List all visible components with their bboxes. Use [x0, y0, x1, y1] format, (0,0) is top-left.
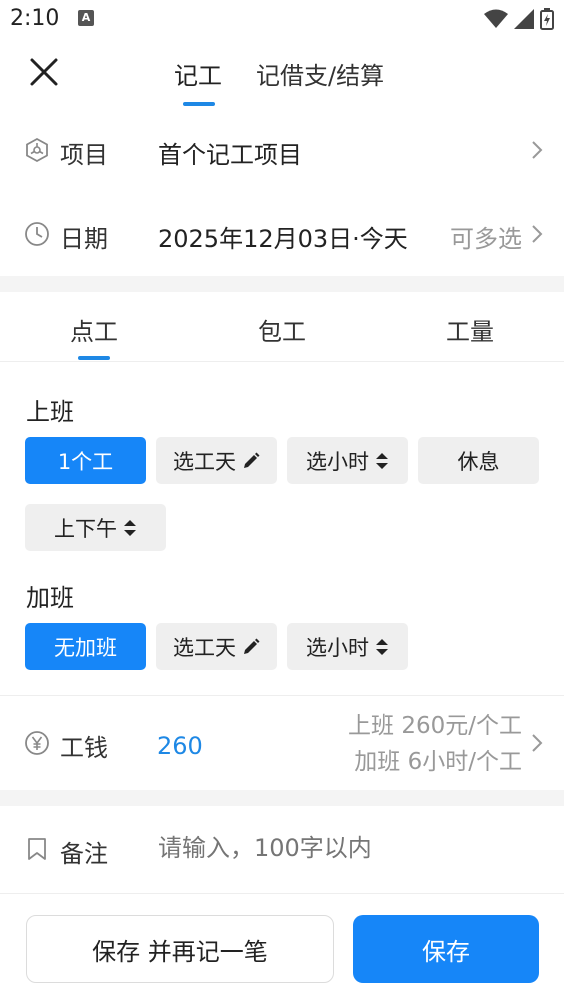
wage-detail-shift: 上班 260元/个工 — [348, 713, 522, 739]
sort-icon — [376, 638, 388, 655]
pencil-icon — [244, 638, 260, 654]
date-value: 2025年12月03日·今天 — [158, 225, 408, 253]
wage-detail: 上班 260元/个工 加班 6小时/个工 — [348, 708, 522, 780]
project-value: 首个记工项目 — [158, 141, 302, 169]
chip-label: 选小时 — [306, 635, 369, 660]
remark-label: 备注 — [60, 840, 108, 868]
shift-option-am-pm[interactable]: 上下午 — [25, 504, 166, 551]
overtime-title: 加班 — [26, 584, 74, 612]
close-button[interactable] — [24, 52, 64, 92]
clock-icon — [25, 222, 49, 246]
save-and-new-button[interactable]: 保存 并再记一笔 — [26, 915, 334, 983]
chevron-right-icon — [532, 141, 543, 159]
section-divider — [0, 276, 564, 292]
chip-label: 选工天 — [173, 635, 236, 660]
signal-icon — [514, 9, 534, 29]
save-button[interactable]: 保存 — [353, 915, 539, 983]
top-nav: 记工 记借支/结算 — [0, 38, 564, 110]
chip-label: 上下午 — [54, 516, 117, 541]
tab-record-work[interactable]: 记工 — [174, 56, 222, 91]
overtime-option-select-hours[interactable]: 选小时 — [287, 623, 408, 670]
tab-workload[interactable]: 工量 — [446, 312, 494, 347]
section-divider — [0, 790, 564, 806]
date-row[interactable]: 日期 2025年12月03日·今天 可多选 — [0, 196, 564, 272]
tab-indicator — [183, 102, 215, 106]
bookmark-icon — [28, 838, 46, 860]
sub-tab-indicator — [78, 356, 110, 360]
project-icon — [26, 137, 48, 163]
overtime-option-none[interactable]: 无加班 — [25, 623, 146, 670]
shift-option-one-unit[interactable]: 1个工 — [25, 437, 146, 484]
shift-title: 上班 — [26, 398, 74, 426]
pencil-icon — [244, 452, 260, 468]
wage-detail-overtime: 加班 6小时/个工 — [354, 749, 522, 775]
chip-label: 选工天 — [173, 449, 236, 474]
save-and-new-label: 保存 并再记一笔 — [92, 937, 268, 966]
chevron-right-icon — [532, 734, 543, 752]
sort-icon — [376, 452, 388, 469]
multi-select-hint: 可多选 — [450, 225, 522, 253]
status-time: 2:10 — [10, 6, 60, 31]
tab-daily-work[interactable]: 点工 — [70, 312, 118, 347]
wage-value: 260 — [157, 732, 203, 760]
chevron-right-icon — [532, 225, 543, 243]
status-bar: 2:10 A — [0, 0, 564, 38]
date-label: 日期 — [60, 225, 108, 253]
wifi-icon — [484, 9, 508, 28]
tab-advance-settlement[interactable]: 记借支/结算 — [256, 56, 384, 91]
remark-input[interactable] — [158, 834, 538, 862]
chip-label: 休息 — [457, 449, 500, 474]
status-icons — [484, 8, 554, 30]
project-row[interactable]: 项目 首个记工项目 — [0, 112, 564, 188]
tab-contract-work[interactable]: 包工 — [258, 312, 306, 347]
bottom-action-bar: 保存 并再记一笔 保存 — [0, 893, 564, 1004]
chip-label: 1个工 — [57, 449, 114, 474]
shift-option-rest[interactable]: 休息 — [418, 437, 539, 484]
wage-label: 工钱 — [60, 734, 108, 762]
overtime-option-select-days[interactable]: 选工天 — [156, 623, 277, 670]
chip-label: 选小时 — [306, 449, 369, 474]
battery-icon — [540, 8, 554, 30]
shift-option-select-hours[interactable]: 选小时 — [287, 437, 408, 484]
shift-option-select-days[interactable]: 选工天 — [156, 437, 277, 484]
work-type-tabs: 点工 包工 工量 — [0, 292, 564, 362]
yen-icon — [25, 731, 49, 755]
save-label: 保存 — [422, 937, 470, 966]
chip-label: 无加班 — [54, 635, 117, 660]
project-label: 项目 — [60, 141, 108, 169]
sort-icon — [124, 519, 136, 536]
text-a-icon: A — [78, 10, 94, 26]
close-icon — [30, 58, 58, 86]
